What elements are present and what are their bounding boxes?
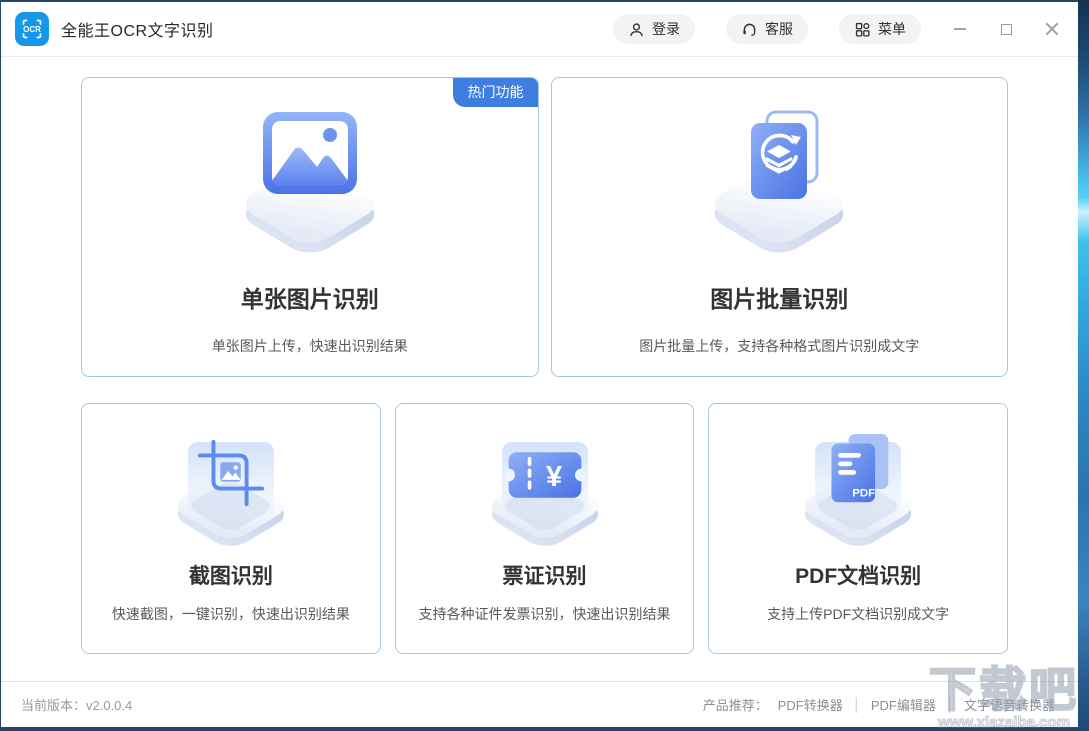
customer-service-label: 客服 <box>765 21 793 37</box>
feature-row-top: 热门功能 单张图片识别 单张图片上传，快速出识别结果 图片批量识别 图片批量上传… <box>81 77 1008 377</box>
card-desc: 图片批量上传，支持各种格式图片识别成文字 <box>639 338 920 354</box>
product-recommendations: 产品推荐： PDF转换器 │ PDF编辑器 │ 文字语音转换器 <box>703 695 1055 714</box>
feature-row-bottom: 截图识别 快速截图，一键识别，快速出识别结果 ¥ 票证识别 支持各种证件发票识别… <box>81 403 1009 654</box>
user-icon <box>630 22 643 36</box>
card-desc: 支持上传PDF文档识别成文字 <box>767 606 950 622</box>
card-desc: 支持各种证件发票识别，快速出识别结果 <box>418 606 671 622</box>
card-desc: 单张图片上传，快速出识别结果 <box>211 338 408 354</box>
screen: OCR 全能王OCR文字识别 登录 客服 菜单 热门功能 单张图片识别 单张图片… <box>0 0 1089 731</box>
hot-feature-badge: 热门功能 <box>452 78 538 107</box>
picture-glyph <box>262 112 357 194</box>
recommend-label: 产品推荐： <box>702 698 768 713</box>
screenshot-crop-icon <box>156 430 306 554</box>
maximize-icon <box>1000 23 1012 35</box>
separator: │ <box>852 697 861 712</box>
card-title: PDF文档识别 <box>795 565 922 588</box>
headset-icon <box>743 23 756 36</box>
photo-icon <box>220 110 400 268</box>
minimize-icon <box>954 28 966 30</box>
card-screenshot-ocr[interactable]: 截图识别 快速截图，一键识别，快速出识别结果 <box>81 403 381 654</box>
app-title: 全能王OCR文字识别 <box>61 23 214 40</box>
version-label: 当前版本：v2.0.0.4 <box>21 698 133 713</box>
product-link-pdf-editor[interactable]: PDF编辑器 <box>871 695 936 714</box>
product-link-tts-converter[interactable]: 文字语音转换器 <box>964 695 1055 714</box>
menu-grid-icon <box>855 22 870 37</box>
close-icon <box>1045 22 1059 36</box>
window-controls <box>951 20 1061 38</box>
footer: 当前版本：v2.0.0.4 产品推荐： PDF转换器 │ PDF编辑器 │ 文字… <box>1 681 1079 727</box>
card-batch-image-ocr[interactable]: 图片批量识别 图片批量上传，支持各种格式图片识别成文字 <box>550 77 1008 377</box>
login-label: 登录 <box>652 21 680 37</box>
main-content: 热门功能 单张图片识别 单张图片上传，快速出识别结果 图片批量识别 图片批量上传… <box>1 57 1079 681</box>
svg-text:¥: ¥ <box>546 461 563 493</box>
card-title: 图片批量识别 <box>710 286 849 312</box>
svg-text:OCR: OCR <box>23 25 41 34</box>
card-title: 截图识别 <box>188 565 273 588</box>
ticket-icon: ¥ <box>470 430 620 554</box>
product-link-pdf-converter[interactable]: PDF转换器 <box>778 695 843 714</box>
card-pdf-ocr[interactable]: PDF PDF文档识别 支持上传PDF文档识别成文字 <box>708 403 1009 654</box>
ticket-glyph: ¥ <box>504 452 585 498</box>
card-single-image-ocr[interactable]: 热门功能 单张图片识别 单张图片上传，快速出识别结果 <box>81 77 539 377</box>
app-logo-icon: OCR <box>15 12 49 46</box>
card-ticket-ocr[interactable]: ¥ 票证识别 支持各种证件发票识别，快速出识别结果 <box>394 403 695 654</box>
card-title: 票证识别 <box>502 565 587 588</box>
svg-text:PDF: PDF <box>852 488 875 500</box>
card-title: 单张图片识别 <box>240 286 379 312</box>
menu-button[interactable]: 菜单 <box>839 14 921 44</box>
titlebar: OCR 全能王OCR文字识别 登录 客服 菜单 <box>1 2 1079 57</box>
close-button[interactable] <box>1043 20 1061 38</box>
minimize-button[interactable] <box>951 20 969 38</box>
pdf-document-icon: PDF <box>783 430 933 554</box>
card-desc: 快速截图，一键识别，快速出识别结果 <box>111 606 350 622</box>
maximize-button[interactable] <box>997 20 1015 38</box>
app-window: OCR 全能王OCR文字识别 登录 客服 菜单 热门功能 单张图片识别 单张图片… <box>0 0 1080 731</box>
customer-service-button[interactable]: 客服 <box>726 14 808 44</box>
login-button[interactable]: 登录 <box>613 14 695 44</box>
pdf-glyph: PDF <box>831 434 889 503</box>
crop-glyph <box>197 439 264 507</box>
desktop-background-strip <box>1078 0 1089 731</box>
batch-images-icon <box>689 110 869 268</box>
batch-glyph <box>751 110 819 199</box>
separator: │ <box>945 697 954 712</box>
menu-label: 菜单 <box>878 21 906 37</box>
